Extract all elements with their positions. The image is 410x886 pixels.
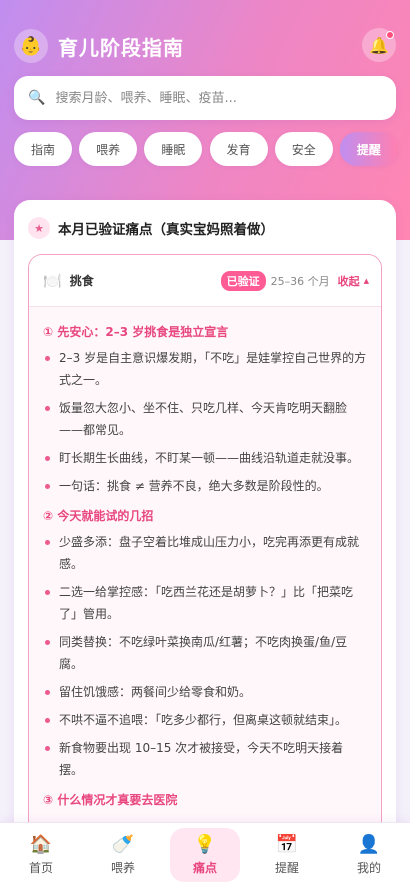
- bottom-navigation: 🏠 首页 🍼 喂养 💡 痛点 📅 提醒 👤 我的: [0, 822, 410, 886]
- tab-reminders[interactable]: 提醒: [339, 132, 398, 166]
- list-item: 盯长期生长曲线，不盯某一顿——曲线沿轨道走就没事。: [43, 447, 367, 469]
- panel-content: ① 先安心：2–3 岁挑食是独立宣言 2–3 岁是自主意识爆发期，「不吃」是娃掌…: [29, 307, 381, 886]
- plate-icon: 🍽️: [43, 271, 62, 290]
- panel-title: 挑食: [69, 274, 94, 288]
- collapse-label: 收起: [337, 274, 360, 288]
- chevron-up-icon: ▲: [363, 276, 369, 285]
- nav-pain-points[interactable]: 💡 痛点: [170, 827, 240, 882]
- nav-label: 喂养: [110, 860, 135, 875]
- card-title: 本月已验证痛点（真实宝妈照着做）: [58, 222, 274, 238]
- calendar-icon: 📅: [275, 833, 299, 855]
- star-icon: ★: [28, 217, 50, 239]
- tab-development[interactable]: 发育: [209, 132, 268, 166]
- nav-feeding[interactable]: 🍼 喂养: [88, 828, 158, 882]
- notification-dot: [386, 31, 394, 39]
- nav-profile[interactable]: 👤 我的: [334, 828, 404, 882]
- search-input[interactable]: [55, 90, 356, 106]
- collapse-button[interactable]: 收起 ▲: [338, 273, 369, 289]
- nav-label: 我的: [356, 860, 381, 875]
- bottle-icon: 🍼: [111, 833, 135, 855]
- pain-points-card: ★ 本月已验证痛点（真实宝妈照着做） 🍽️ 挑食 已验证 25–36 个月 收起…: [14, 200, 396, 886]
- bullet-list: 少盛多添：盘子空着比堆成山压力小，吃完再添更有成就感。 二选一给掌控感：「吃西兰…: [43, 531, 367, 781]
- baby-logo-icon: 👶: [14, 29, 48, 63]
- tab-safety[interactable]: 安全: [274, 132, 333, 166]
- list-item: 2–3 岁是自主意识爆发期，「不吃」是娃掌控自己世界的方式之一。: [43, 347, 367, 391]
- picky-eating-panel: 🍽️ 挑食 已验证 25–36 个月 收起 ▲ ① 先安心：2–3 岁挑食是独立…: [28, 254, 382, 886]
- category-tabs: 指南 喂养 睡眠 发育 安全 提醒: [14, 132, 398, 166]
- home-icon: 🏠: [29, 833, 53, 855]
- nav-reminders[interactable]: 📅 提醒: [252, 828, 322, 882]
- list-item: 新食物要出现 10–15 次才被接受，今天不吃明天接着摆。: [43, 737, 367, 781]
- notification-button[interactable]: 🔔: [362, 28, 396, 62]
- bullet-list: 2–3 岁是自主意识爆发期，「不吃」是娃掌控自己世界的方式之一。 饭量忽大忽小、…: [43, 347, 367, 497]
- section-heading: ② 今天就能试的几招: [43, 508, 154, 523]
- list-item: 不哄不逼不追喂：「吃多少都行，但离桌这顿就结束」。: [43, 709, 367, 731]
- user-icon: 👤: [357, 833, 381, 855]
- panel-header[interactable]: 🍽️ 挑食 已验证 25–36 个月 收起 ▲: [29, 255, 381, 307]
- list-item: 一句话：挑食 ≠ 营养不良，绝大多数是阶段性的。: [43, 475, 367, 497]
- list-item: 同类替换：不吃绿叶菜换南瓜/红薯；不吃肉换蛋/鱼/豆腐。: [43, 631, 367, 675]
- search-bar[interactable]: 🔍: [14, 76, 396, 120]
- card-header: ★ 本月已验证痛点（真实宝妈照着做）: [28, 216, 274, 240]
- top-bar: 👶 育儿阶段指南 🔔: [14, 28, 396, 64]
- age-range: 25–36 个月: [270, 274, 330, 288]
- section-heading: ③ 什么情况才真要去医院: [43, 792, 178, 807]
- nav-label: 首页: [28, 860, 53, 875]
- lightbulb-icon: 💡: [193, 833, 217, 855]
- list-item: 二选一给掌控感：「吃西兰花还是胡萝卜？」比「把菜吃了」管用。: [43, 581, 367, 625]
- tab-guide[interactable]: 指南: [14, 132, 72, 166]
- list-item: 留住饥饿感：两餐间少给零食和奶。: [43, 681, 367, 703]
- nav-label: 痛点: [192, 860, 217, 875]
- app-title: 育儿阶段指南: [58, 35, 184, 60]
- tab-sleep[interactable]: 睡眠: [144, 132, 203, 166]
- tab-feeding[interactable]: 喂养: [79, 132, 138, 166]
- search-icon: 🔍: [28, 90, 46, 106]
- section-heading: ① 先安心：2–3 岁挑食是独立宣言: [43, 324, 229, 339]
- nav-label: 提醒: [274, 860, 299, 875]
- bell-icon: 🔔: [369, 35, 389, 55]
- nav-home[interactable]: 🏠 首页: [6, 828, 76, 882]
- list-item: 饭量忽大忽小、坐不住、只吃几样、今天肯吃明天翻脸——都常见。: [43, 397, 367, 441]
- list-item: 少盛多添：盘子空着比堆成山压力小，吃完再添更有成就感。: [43, 531, 367, 575]
- verified-badge: 已验证: [220, 270, 266, 291]
